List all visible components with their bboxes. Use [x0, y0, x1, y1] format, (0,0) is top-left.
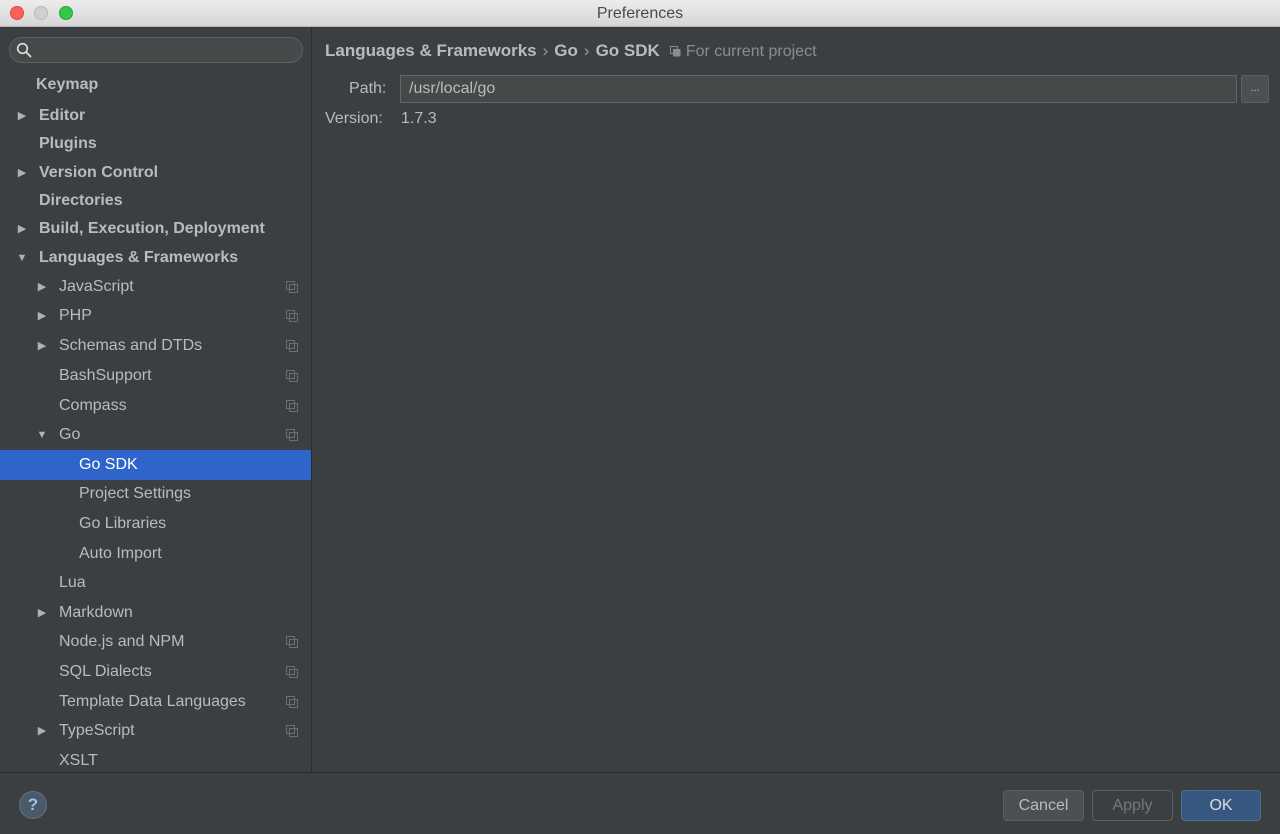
project-scope-icon [286, 636, 298, 648]
scope-indicator: For current project [669, 43, 817, 60]
breadcrumb-item: Languages & Frameworks [325, 41, 537, 60]
title-bar: Preferences [0, 0, 1280, 27]
breadcrumb-item: Go SDK [595, 41, 660, 60]
sidebar-item-label: Build, Execution, Deployment [39, 220, 265, 237]
sidebar-item-bashsupport[interactable]: BashSupport [0, 361, 311, 391]
sidebar-item-version-control[interactable]: ▶ Version Control [0, 158, 311, 188]
sidebar-item-label: Template Data Languages [59, 693, 246, 710]
browse-path-button[interactable]: ... [1241, 75, 1269, 103]
sidebar-item-label: PHP [59, 307, 92, 324]
sidebar-item-sql-dialects[interactable]: SQL Dialects [0, 657, 311, 687]
sidebar-item-label: Directories [39, 192, 123, 209]
sidebar-item-label: Project Settings [79, 485, 192, 502]
ok-button[interactable]: OK [1181, 790, 1261, 821]
sidebar-item-javascript[interactable]: ▶ JavaScript [0, 272, 311, 302]
breadcrumb-separator: › [542, 41, 549, 60]
sidebar-item-go-sdk[interactable]: Go SDK [0, 450, 311, 480]
sidebar-item-label: Schemas and DTDs [59, 337, 203, 354]
sidebar-item-markdown[interactable]: ▶ Markdown [0, 598, 311, 628]
cancel-button[interactable]: Cancel [1003, 790, 1084, 821]
sidebar-item-label: Keymap [36, 76, 99, 93]
sidebar-item-label: Go SDK [79, 456, 138, 473]
sidebar-item-auto-import[interactable]: Auto Import [0, 539, 311, 569]
sidebar-item-label: Node.js and NPM [59, 633, 185, 650]
project-scope-icon [286, 429, 298, 441]
sidebar-item-lua[interactable]: Lua [0, 568, 311, 598]
project-scope-icon [286, 725, 298, 737]
sidebar-item-languages-frameworks[interactable]: ▼ Languages & Frameworks [0, 243, 311, 273]
sidebar-item-label: Lua [59, 574, 86, 591]
sidebar-item-php[interactable]: ▶ PHP [0, 301, 311, 331]
settings-sidebar: Keymap ▶ Editor Plugins ▶ Version Control Dire… [0, 27, 312, 772]
sidebar-item-go-libraries[interactable]: Go Libraries [0, 509, 311, 539]
sidebar-item-project-settings[interactable]: Project Settings [0, 479, 311, 509]
sidebar-item-directories[interactable]: Directories [0, 186, 311, 216]
sidebar-item-label: Editor [39, 107, 86, 124]
sidebar-item-editor[interactable]: ▶ Editor [0, 101, 311, 131]
sidebar-item-label: BashSupport [59, 367, 152, 384]
sdk-path-field[interactable]: /usr/local/go [400, 75, 1237, 103]
sidebar-item-label: Go Libraries [79, 515, 167, 532]
sidebar-item-label: Plugins [39, 135, 97, 152]
settings-content: Languages & Frameworks › Go › Go SDK For curr… [313, 27, 1280, 772]
chevron-right-icon[interactable]: ▶ [36, 331, 48, 361]
chevron-down-icon[interactable]: ▼ [16, 243, 28, 273]
sidebar-item-plugins[interactable]: Plugins [0, 129, 311, 159]
project-scope-icon [286, 281, 298, 293]
sidebar-item-compass[interactable]: Compass [0, 391, 311, 421]
chevron-right-icon[interactable]: ▶ [36, 272, 48, 302]
chevron-right-icon[interactable]: ▶ [16, 214, 28, 244]
dialog-footer: ? Cancel Apply OK [0, 772, 1280, 834]
sidebar-item-label: TypeScript [59, 722, 135, 739]
sidebar-item-schemas-and-dtds[interactable]: ▶ Schemas and DTDs [0, 331, 311, 361]
sidebar-item-typescript[interactable]: ▶ TypeScript [0, 716, 311, 746]
sidebar-item-label: Go [59, 426, 81, 443]
settings-search-input[interactable] [38, 41, 294, 59]
project-scope-icon [286, 340, 298, 352]
version-label: Version: [325, 110, 383, 127]
sidebar-item-label: Languages & Frameworks [39, 249, 239, 266]
sidebar-item-label: Version Control [39, 164, 159, 181]
sidebar-item-label: Markdown [59, 604, 133, 621]
project-scope-icon [669, 46, 681, 57]
sidebar-item-label: SQL Dialects [59, 663, 152, 680]
sidebar-item-node-js-and-npm[interactable]: Node.js and NPM [0, 627, 311, 657]
chevron-right-icon[interactable]: ▶ [36, 716, 48, 746]
project-scope-icon [286, 400, 298, 412]
project-scope-icon [286, 696, 298, 708]
scope-label: For current project [685, 43, 817, 60]
chevron-right-icon[interactable]: ▶ [36, 598, 48, 628]
help-button[interactable]: ? [19, 791, 47, 819]
sidebar-item-label: Compass [59, 397, 127, 414]
sidebar-item-label: JavaScript [59, 278, 134, 295]
breadcrumb: Languages & Frameworks › Go › Go SDK For curr… [325, 39, 817, 63]
chevron-right-icon[interactable]: ▶ [16, 101, 28, 131]
settings-search-box[interactable] [9, 37, 303, 63]
sidebar-item-go[interactable]: ▼ Go [0, 420, 311, 450]
sidebar-item-template-data-languages[interactable]: Template Data Languages [0, 687, 311, 717]
sidebar-item-keymap[interactable]: Keymap [0, 70, 311, 100]
window-title: Preferences [596, 5, 684, 22]
path-label: Path: [349, 80, 387, 97]
project-scope-icon [286, 370, 298, 382]
chevron-right-icon[interactable]: ▶ [16, 158, 28, 188]
project-scope-icon [286, 310, 298, 322]
search-icon [16, 42, 32, 58]
sidebar-item-build-execution-deployment[interactable]: ▶ Build, Execution, Deployment [0, 214, 311, 244]
apply-button[interactable]: Apply [1092, 790, 1173, 821]
chevron-right-icon[interactable]: ▶ [36, 301, 48, 331]
project-scope-icon [286, 666, 298, 678]
sdk-version-value: 1.7.3 [401, 110, 437, 127]
breadcrumb-separator: › [583, 41, 590, 60]
sidebar-item-label: Auto Import [79, 545, 162, 562]
breadcrumb-item: Go [554, 41, 578, 60]
chevron-down-icon[interactable]: ▼ [36, 420, 48, 450]
